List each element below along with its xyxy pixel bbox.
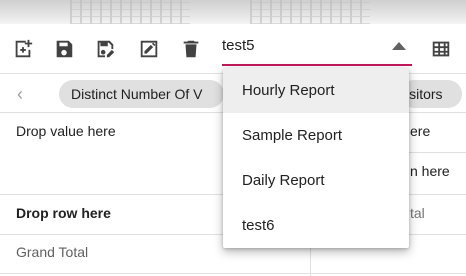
report-option-hourly[interactable]: Hourly Report xyxy=(223,68,409,113)
option-label: Sample Report xyxy=(242,127,343,144)
caret-up-icon[interactable] xyxy=(392,42,406,50)
chip-label: isitors xyxy=(406,86,443,102)
rename-icon[interactable] xyxy=(137,37,161,61)
toolbar: test5 xyxy=(0,24,466,74)
value-field-chip[interactable]: isitors xyxy=(400,80,462,108)
drop-row-area[interactable]: Drop row here xyxy=(16,205,111,221)
delete-icon[interactable] xyxy=(179,37,203,61)
column-header-total: tal xyxy=(410,205,425,221)
divider xyxy=(0,273,466,274)
drop-column-area[interactable]: n here xyxy=(410,163,450,179)
report-select-value: test5 xyxy=(222,37,255,54)
drop-value-area-right[interactable]: ere xyxy=(410,123,430,139)
option-label: test6 xyxy=(242,217,275,234)
report-select[interactable]: test5 xyxy=(222,32,412,66)
option-label: Daily Report xyxy=(242,172,325,189)
grid-view-icon[interactable] xyxy=(429,37,453,61)
drop-value-area[interactable]: Drop value here xyxy=(16,123,116,139)
chevron-left-icon[interactable]: ‹ xyxy=(10,83,30,105)
report-option-daily[interactable]: Daily Report xyxy=(223,158,409,203)
grand-total-row-header: Grand Total xyxy=(16,244,89,260)
option-label: Hourly Report xyxy=(242,82,335,99)
report-option-test6[interactable]: test6 xyxy=(223,203,409,248)
chip-label: Distinct Number Of V xyxy=(71,86,203,102)
save-as-icon[interactable] xyxy=(93,37,117,61)
save-icon[interactable] xyxy=(52,37,76,61)
building-image xyxy=(70,0,190,24)
header-background-image xyxy=(0,0,466,24)
value-field-chip[interactable]: Distinct Number Of V xyxy=(59,80,224,108)
new-report-icon[interactable] xyxy=(11,37,35,61)
building-image xyxy=(250,0,370,24)
report-dropdown-list: Hourly Report Sample Report Daily Report… xyxy=(223,68,409,248)
report-option-sample[interactable]: Sample Report xyxy=(223,113,409,158)
